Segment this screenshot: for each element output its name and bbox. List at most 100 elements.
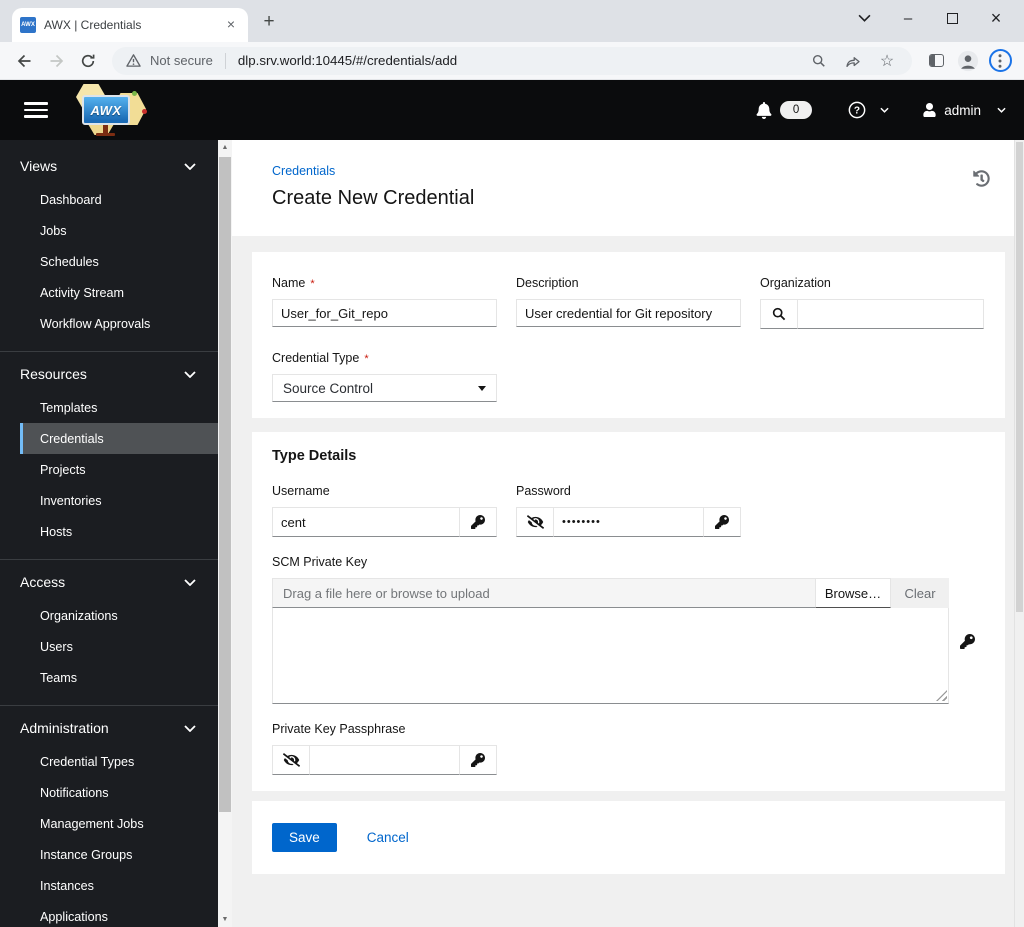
- window-close-button[interactable]: ×: [974, 3, 1018, 33]
- passphrase-prompt-on-launch-button[interactable]: [459, 745, 497, 775]
- awx-logo[interactable]: AWX: [70, 83, 150, 137]
- awx-masthead: AWX 0 ? admin: [0, 80, 1024, 140]
- sidebar-item-projects[interactable]: Projects: [20, 454, 218, 485]
- reload-button[interactable]: [72, 45, 104, 77]
- scroll-up-icon[interactable]: ▲: [218, 144, 232, 151]
- activity-history-button[interactable]: [973, 170, 990, 190]
- sidebar-item-users[interactable]: Users: [20, 631, 218, 662]
- username-prompt-on-launch-button[interactable]: [459, 507, 497, 537]
- awx-monitor-logo: AWX: [82, 95, 130, 125]
- breadcrumb[interactable]: Credentials: [272, 164, 335, 178]
- sidebar-group-access: Access Organizations Users Teams: [0, 560, 218, 697]
- sidebar-group-administration-header[interactable]: Administration: [0, 706, 218, 746]
- tab-search-chevron-icon[interactable]: [842, 3, 886, 33]
- form-actions: Save Cancel: [252, 801, 1005, 874]
- name-input[interactable]: [272, 299, 497, 327]
- sidebar-item-notifications[interactable]: Notifications: [20, 777, 218, 808]
- sidebar-item-instances[interactable]: Instances: [20, 870, 218, 901]
- main-scrollbar-thumb[interactable]: [1016, 142, 1023, 612]
- organization-input[interactable]: [797, 299, 984, 329]
- sidebar-item-credential-types[interactable]: Credential Types: [20, 746, 218, 777]
- brand-text: AWX: [90, 102, 122, 118]
- search-icon: [772, 307, 786, 321]
- nav-toggle-hamburger-icon[interactable]: [24, 102, 48, 118]
- share-icon[interactable]: [840, 48, 866, 74]
- description-field-group: Description: [516, 276, 741, 329]
- required-marker: *: [364, 353, 369, 365]
- maximize-icon: [946, 12, 958, 24]
- sidebar-item-schedules[interactable]: Schedules: [20, 246, 218, 277]
- tab-close-icon[interactable]: ×: [222, 16, 240, 34]
- forward-button[interactable]: [40, 45, 72, 77]
- password-prompt-on-launch-button[interactable]: [703, 507, 741, 537]
- sidebar-group-resources: Resources Templates Credentials Projects…: [0, 352, 218, 551]
- scm-private-key-textarea[interactable]: [272, 608, 949, 704]
- notification-count-badge[interactable]: 0: [779, 101, 813, 119]
- zoom-icon[interactable]: [806, 48, 832, 74]
- new-tab-button[interactable]: +: [256, 9, 282, 35]
- address-bar[interactable]: Not secure dlp.srv.world:10445/#/credent…: [112, 46, 912, 75]
- user-icon[interactable]: [923, 103, 936, 117]
- sidebar-item-organizations[interactable]: Organizations: [20, 600, 218, 631]
- description-input[interactable]: [516, 299, 741, 327]
- username-field-group: Username: [272, 484, 497, 537]
- window-minimize-button[interactable]: –: [886, 3, 930, 33]
- help-button[interactable]: ?: [848, 101, 866, 119]
- username-label[interactable]: admin: [944, 103, 981, 118]
- sidebar-item-dashboard[interactable]: Dashboard: [20, 184, 218, 215]
- browser-tab[interactable]: AWX AWX | Credentials ×: [12, 8, 248, 42]
- sidebar-item-activity-stream[interactable]: Activity Stream: [20, 277, 218, 308]
- history-icon: [973, 170, 990, 187]
- masthead-right: 0 ? admin: [756, 101, 1006, 119]
- sidebar-item-templates[interactable]: Templates: [20, 392, 218, 423]
- passphrase-input[interactable]: [309, 745, 460, 775]
- profile-avatar[interactable]: [952, 45, 984, 77]
- sidebar-item-teams[interactable]: Teams: [20, 662, 218, 693]
- sidebar-item-applications[interactable]: Applications: [20, 901, 218, 927]
- back-button[interactable]: [8, 45, 40, 77]
- user-menu-caret-icon[interactable]: [997, 107, 1006, 113]
- sidebar-group-access-header[interactable]: Access: [0, 560, 218, 600]
- sidebar-nav: Views Dashboard Jobs Schedules Activity …: [0, 140, 218, 927]
- sidebar-item-jobs[interactable]: Jobs: [20, 215, 218, 246]
- file-upload-input[interactable]: [272, 578, 816, 608]
- window-maximize-button[interactable]: [930, 3, 974, 33]
- sidebar-group-views-header[interactable]: Views: [0, 144, 218, 184]
- password-show-hide-button[interactable]: [516, 507, 554, 537]
- side-panel-button[interactable]: [920, 45, 952, 77]
- browser-menu-button[interactable]: [984, 45, 1016, 77]
- sidebar-scrollbar-thumb[interactable]: [219, 157, 231, 812]
- svg-text:?: ?: [854, 106, 860, 117]
- sidebar-item-credentials[interactable]: Credentials: [20, 423, 218, 454]
- sidebar-item-management-jobs[interactable]: Management Jobs: [20, 808, 218, 839]
- credential-type-label: Credential Type: [272, 351, 360, 365]
- sidebar-item-instance-groups[interactable]: Instance Groups: [20, 839, 218, 870]
- credential-type-select[interactable]: Source Control: [272, 374, 497, 402]
- clear-button[interactable]: Clear: [891, 578, 949, 608]
- cancel-button[interactable]: Cancel: [367, 830, 409, 845]
- username-input[interactable]: [272, 507, 460, 537]
- sidebar-scrollbar[interactable]: ▲ ▼: [218, 140, 232, 927]
- main-scrollbar[interactable]: [1014, 140, 1024, 927]
- sidebar-item-hosts[interactable]: Hosts: [20, 516, 218, 547]
- save-button[interactable]: Save: [272, 823, 337, 852]
- passphrase-label: Private Key Passphrase: [272, 722, 406, 736]
- sidebar-item-workflow-approvals[interactable]: Workflow Approvals: [20, 308, 218, 339]
- browse-button[interactable]: Browse…: [815, 578, 891, 608]
- sidebar-item-inventories[interactable]: Inventories: [20, 485, 218, 516]
- eye-slash-icon: [282, 753, 300, 767]
- main-area: Credentials Create New Credential Name *: [232, 140, 1014, 927]
- scm-key-prompt-on-launch-button[interactable]: [949, 578, 985, 704]
- organization-search-button[interactable]: [760, 299, 798, 329]
- sidebar-group-resources-header[interactable]: Resources: [0, 352, 218, 392]
- help-caret-icon[interactable]: [880, 107, 889, 113]
- bookmark-star-icon[interactable]: ☆: [874, 48, 900, 74]
- passphrase-show-hide-button[interactable]: [272, 745, 310, 775]
- password-input[interactable]: [553, 507, 704, 537]
- logo-dot-green: [132, 91, 137, 96]
- not-secure-warning-icon[interactable]: [124, 48, 142, 74]
- notifications-bell-button[interactable]: [756, 101, 772, 119]
- scroll-down-icon[interactable]: ▼: [218, 916, 232, 923]
- url-text[interactable]: dlp.srv.world:10445/#/credentials/add: [238, 53, 798, 68]
